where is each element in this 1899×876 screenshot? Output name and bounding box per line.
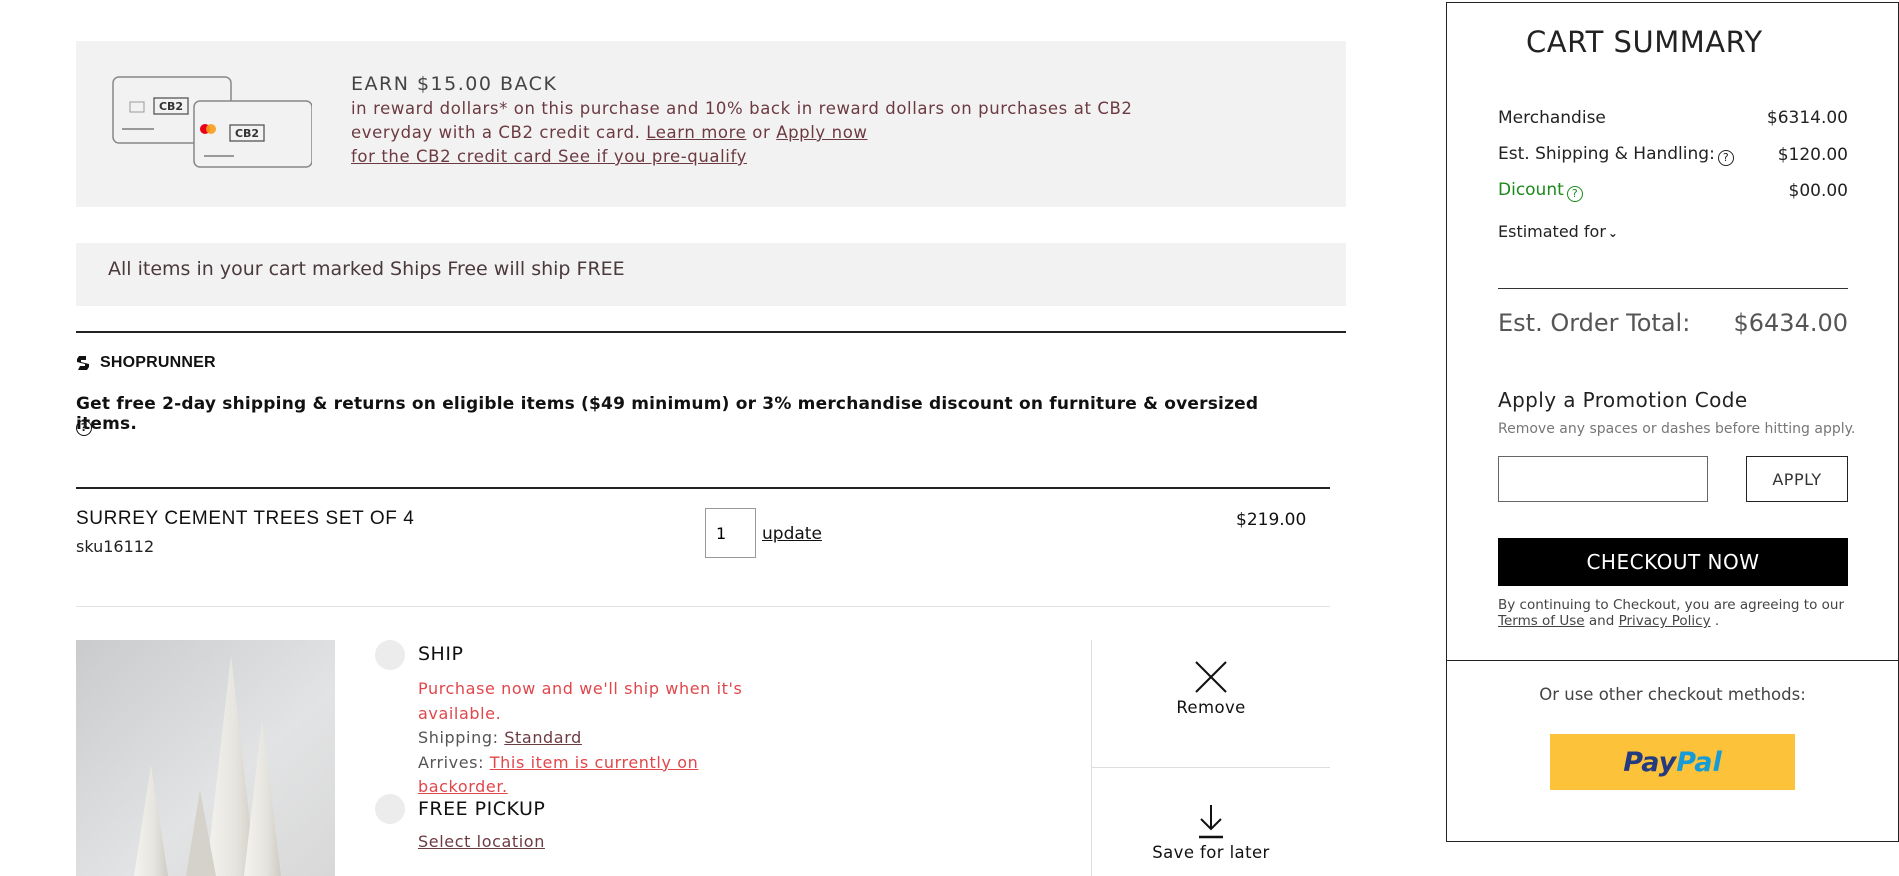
- shoprunner-header: SHOPRUNNER: [76, 354, 216, 372]
- help-icon[interactable]: ?: [1717, 150, 1734, 166]
- quantity-input[interactable]: [705, 508, 756, 558]
- cart-summary: CART SUMMARY Merchandise $6314.00 Est. S…: [1446, 2, 1899, 661]
- shipping-row: Est. Shipping & Handling:? $120.00: [1498, 144, 1848, 166]
- shoprunner-logo-icon: [77, 356, 89, 370]
- rewards-line2: everyday with a CB2 credit card. Learn m…: [351, 121, 1251, 145]
- help-icon[interactable]: ?: [1566, 186, 1583, 202]
- paypal-logo-pay: Pay: [1623, 746, 1677, 778]
- rewards-line1: in reward dollars* on this purchase and …: [351, 99, 1133, 118]
- close-icon: [1195, 661, 1227, 693]
- period-text: .: [1714, 613, 1720, 629]
- discount-row: Dicount? $00.00: [1498, 180, 1848, 202]
- ship-details: Purchase now and we'll ship when it's av…: [418, 677, 778, 800]
- promo-title: Apply a Promotion Code: [1498, 388, 1748, 412]
- learn-more-link[interactable]: Learn more: [646, 123, 746, 142]
- update-link[interactable]: update: [762, 524, 822, 544]
- credit-card-icon: CB2 CB2: [112, 76, 312, 168]
- actions-separator: [1092, 767, 1330, 768]
- free-shipping-text: All items in your cart marked Ships Free…: [108, 258, 625, 280]
- select-location-link[interactable]: Select location: [418, 832, 545, 851]
- merchandise-label: Merchandise: [1498, 108, 1606, 128]
- rewards-body: in reward dollars* on this purchase and …: [351, 97, 1251, 169]
- product-image[interactable]: [76, 640, 335, 876]
- remove-button[interactable]: Remove: [1092, 660, 1330, 717]
- promo-code-input[interactable]: [1498, 456, 1708, 502]
- order-total-row: Est. Order Total: $6434.00: [1498, 309, 1848, 337]
- shipping-method-row: Shipping: Standard: [418, 726, 778, 751]
- discount-label-group: Dicount?: [1498, 180, 1583, 202]
- shoprunner-description: Get free 2-day shipping & returns on eli…: [76, 394, 1259, 434]
- rewards-line2-prefix: everyday with a CB2 credit card.: [351, 123, 641, 142]
- shoprunner-name: SHOPRUNNER: [100, 354, 216, 371]
- pickup-option-title: FREE PICKUP: [418, 798, 546, 820]
- estimated-for-dropdown[interactable]: Estimated for ⌄: [1498, 222, 1618, 241]
- item-price: $219.00: [1236, 510, 1307, 530]
- privacy-link[interactable]: Privacy Policy: [1619, 613, 1711, 629]
- item-divider: [76, 487, 1330, 489]
- free-shipping-banner: All items in your cart marked Ships Free…: [76, 243, 1346, 306]
- save-for-later-label: Save for later: [1152, 843, 1270, 862]
- terms-link[interactable]: Terms of Use: [1498, 613, 1585, 629]
- merchandise-row: Merchandise $6314.00: [1498, 108, 1848, 128]
- rewards-text: EARN $15.00 BACK in reward dollars* on t…: [351, 73, 1251, 169]
- download-arrow-icon: [1199, 805, 1223, 839]
- shipping-label-group: Est. Shipping & Handling:?: [1498, 144, 1734, 166]
- apply-now-link[interactable]: Apply now: [776, 123, 867, 142]
- apply-button[interactable]: APPLY: [1746, 456, 1848, 502]
- discount-label: Dicount: [1498, 180, 1564, 200]
- chevron-down-icon: ⌄: [1607, 226, 1618, 240]
- rewards-title: EARN $15.00 BACK: [351, 73, 558, 95]
- alt-checkout-text: Or use other checkout methods:: [1539, 685, 1806, 704]
- shipping-label: Shipping:: [418, 728, 499, 747]
- checkout-legal: By continuing to Checkout, you are agree…: [1498, 597, 1848, 629]
- or-text: or: [752, 123, 771, 142]
- paypal-logo-pal: Pal: [1676, 746, 1722, 778]
- discount-value: $00.00: [1788, 181, 1848, 201]
- shipping-handling-label: Est. Shipping & Handling:: [1498, 144, 1715, 164]
- checkout-now-button[interactable]: CHECKOUT NOW: [1498, 538, 1848, 586]
- summary-title: CART SUMMARY: [1526, 25, 1763, 59]
- and-text: and: [1588, 613, 1615, 629]
- legal-prefix: By continuing to Checkout, you are agree…: [1498, 597, 1844, 613]
- row-divider: [76, 606, 1330, 607]
- shipping-method-link[interactable]: Standard: [504, 728, 582, 747]
- card-brand-text: CB2: [159, 100, 183, 113]
- estimated-for-label: Estimated for: [1498, 222, 1606, 241]
- order-total-label: Est. Order Total:: [1498, 309, 1691, 337]
- prequalify-link[interactable]: for the CB2 credit card See if you pre-q…: [351, 145, 1251, 169]
- shipping-handling-value: $120.00: [1777, 145, 1848, 165]
- arrives-label: Arrives:: [418, 752, 485, 772]
- alternate-checkout: Or use other checkout methods: Pay Pal: [1446, 660, 1899, 842]
- save-for-later-button[interactable]: Save for later: [1092, 803, 1330, 862]
- summary-divider: [1498, 288, 1848, 289]
- promo-hint: Remove any spaces or dashes before hitti…: [1498, 421, 1856, 437]
- arrives-row: Arrives: This item is currently on backo…: [418, 751, 778, 800]
- rewards-banner: CB2 CB2 EARN $15.00 BACK in reward dolla…: [76, 41, 1346, 207]
- ship-option-title: SHIP: [418, 643, 464, 665]
- ship-radio[interactable]: [375, 640, 405, 670]
- item-name: SURREY CEMENT TREES SET OF 4: [76, 508, 415, 529]
- item-sku: sku16112: [76, 537, 155, 556]
- merchandise-value: $6314.00: [1766, 108, 1848, 128]
- card-brand-text-2: CB2: [235, 127, 259, 140]
- order-total-value: $6434.00: [1733, 309, 1848, 337]
- paypal-button[interactable]: Pay Pal: [1550, 734, 1795, 790]
- remove-label: Remove: [1176, 698, 1246, 717]
- help-icon[interactable]: ?: [76, 420, 92, 436]
- backorder-notice: Purchase now and we'll ship when it's av…: [418, 679, 743, 723]
- section-divider: [76, 331, 1346, 333]
- pickup-radio[interactable]: [375, 794, 405, 824]
